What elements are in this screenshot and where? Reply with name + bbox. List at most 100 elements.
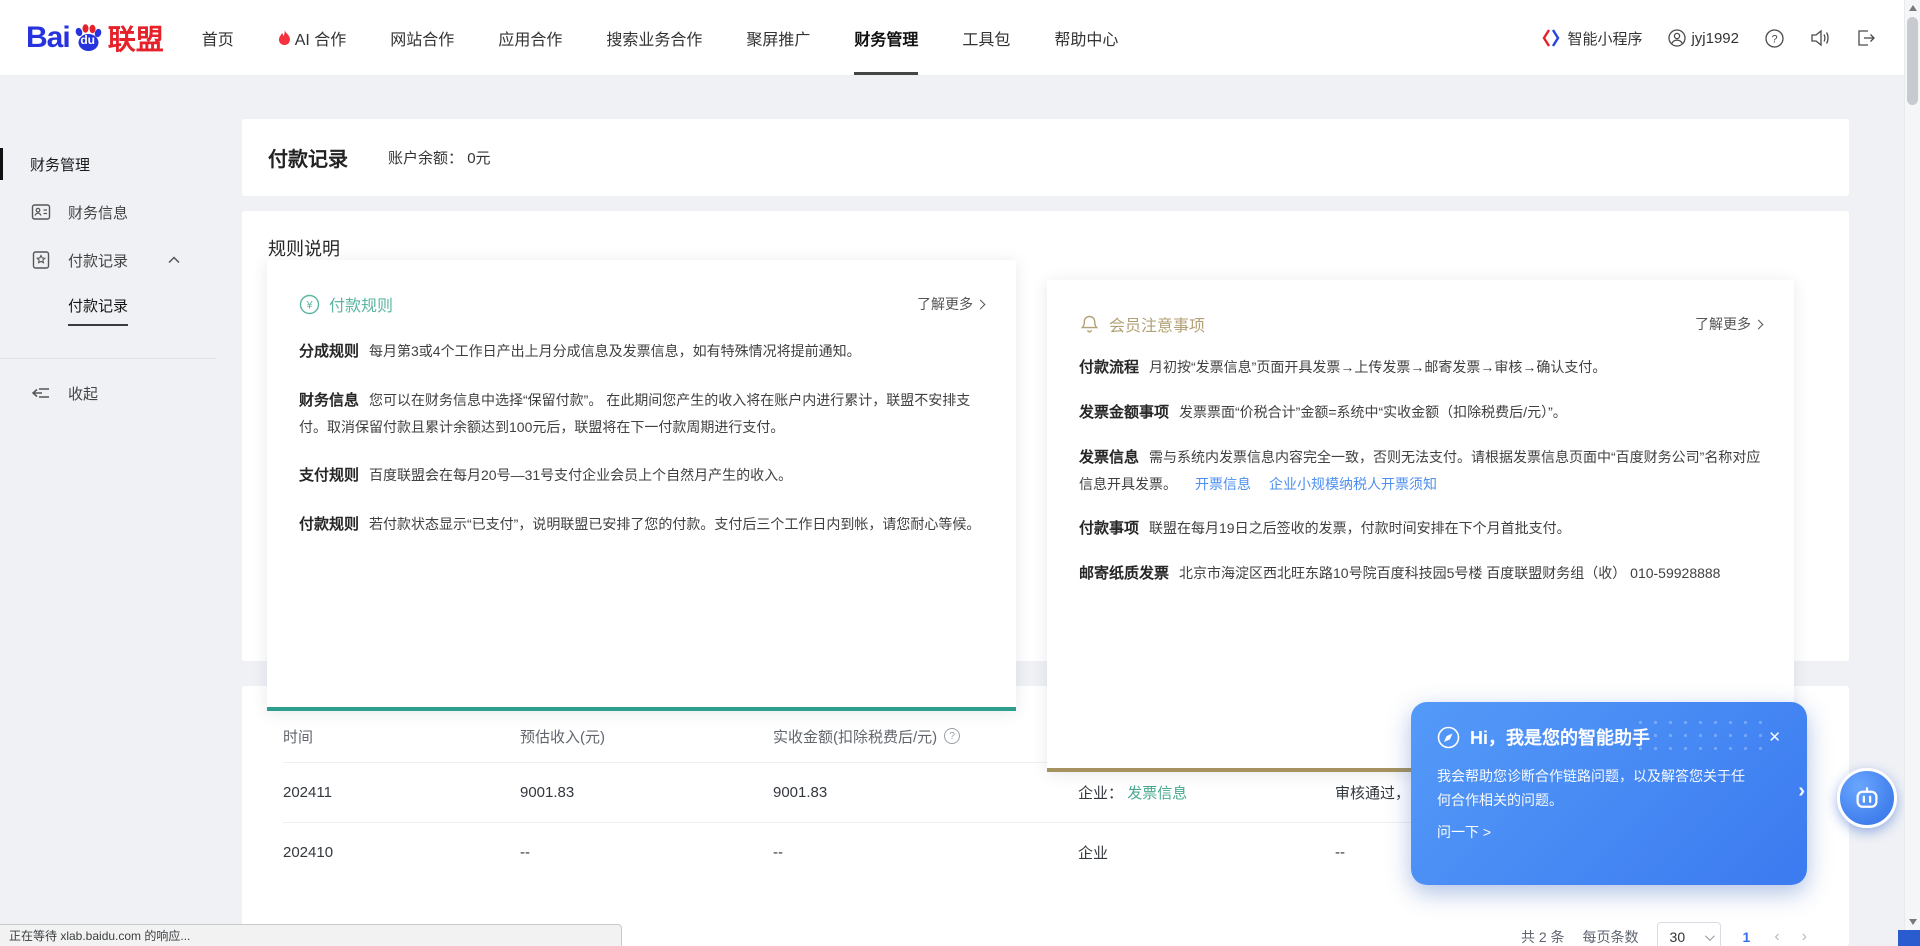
next-page-button[interactable]: › bbox=[1800, 928, 1809, 946]
smart-assistant-popup: Hi，我是您的智能助手 ✕ 我会帮助您诊断合作链路问题，以及解答您关于任何合作相… bbox=[1411, 702, 1807, 885]
robot-icon bbox=[1852, 783, 1882, 813]
svg-text:¥: ¥ bbox=[305, 299, 313, 311]
sidebar-item-finance-info[interactable]: 财务信息 bbox=[0, 188, 216, 236]
mini-program-icon bbox=[1541, 28, 1561, 48]
cell-time: 202411 bbox=[283, 784, 520, 801]
rule-item: 付款流程月初按“发票信息”页面开具发票→上传发票→邮寄发票→审核→确认支付。 bbox=[1079, 354, 1762, 381]
small-taxpayer-notice-link[interactable]: 企业小规模纳税人开票须知 bbox=[1269, 476, 1437, 492]
svg-text:?: ? bbox=[1771, 33, 1777, 45]
assistant-message: 我会帮助您诊断合作链路问题，以及解答您关于任何合作相关的问题。 bbox=[1437, 764, 1757, 812]
close-icon[interactable]: ✕ bbox=[1768, 728, 1781, 746]
expand-chevron-icon[interactable]: › bbox=[1798, 780, 1805, 803]
rule-item: 财务信息您可以在财务信息中选择“保留付款”。 在此期间您产生的收入将在账户内进行… bbox=[299, 387, 984, 440]
badge-icon bbox=[30, 249, 52, 271]
chevron-up-icon bbox=[168, 256, 180, 264]
payment-rules-card-title: ¥ 付款规则 bbox=[299, 292, 393, 316]
page-header-panel: 付款记录 账户余额： 0元 bbox=[242, 119, 1849, 196]
id-card-icon bbox=[30, 201, 52, 223]
nav-item-search-biz[interactable]: 搜索业务合作 bbox=[606, 26, 702, 50]
rule-item: 分成规则每月第3或4个工作日产出上月分成信息及发票信息，如有特殊情况将提前通知。 bbox=[299, 338, 984, 365]
member-notes-card: 会员注意事项 了解更多 付款流程月初按“发票信息”页面开具发票→上传发票→邮寄发… bbox=[1047, 280, 1794, 772]
sidebar-divider bbox=[0, 358, 216, 359]
scrollbar[interactable] bbox=[1904, 0, 1920, 946]
browser-status-bar: 正在等待 xlab.baidu.com 的响应... bbox=[0, 924, 622, 946]
flame-icon bbox=[278, 30, 291, 46]
total-count: 共 2 条 bbox=[1521, 927, 1565, 946]
corner-widget[interactable] bbox=[1898, 930, 1920, 946]
rule-item: 付款规则若付款状态显示“已支付”，说明联盟已安排了您的付款。支付后三个工作日内到… bbox=[299, 511, 984, 538]
rule-item: 邮寄纸质发票北京市海淀区西北旺东路10号院百度科技园5号楼 百度联盟财务组（收）… bbox=[1079, 560, 1762, 587]
account-balance: 账户余额： 0元 bbox=[388, 147, 491, 168]
nav-menu: 首页 AI 合作 网站合作 应用合作 搜索业务合作 聚屏推广 财务管理 工具包 … bbox=[202, 26, 1119, 50]
cell-estimated: -- bbox=[520, 844, 773, 861]
scrollbar-up-arrow-icon[interactable] bbox=[1909, 5, 1917, 11]
rules-panel: 规则说明 ¥ 付款规则 了解更多 分成规则每月第3或4个工作日产出上月分成信息及… bbox=[242, 211, 1849, 661]
mini-program-entry[interactable]: 智能小程序 bbox=[1541, 28, 1642, 49]
chevron-right-icon bbox=[1754, 319, 1764, 329]
page-number-button[interactable]: 1 bbox=[1739, 929, 1755, 945]
rule-item: 付款事项联盟在每月19日之后签收的发票，付款时间安排在下个月首批支付。 bbox=[1079, 515, 1762, 542]
col-header-time: 时间 bbox=[283, 726, 520, 747]
cell-actual: 9001.83 bbox=[773, 784, 1078, 801]
payment-rules-card: ¥ 付款规则 了解更多 分成规则每月第3或4个工作日产出上月分成信息及发票信息，… bbox=[267, 260, 1016, 711]
sidebar-subitem-payment-records[interactable]: 付款记录 bbox=[0, 288, 216, 332]
cell-finance-target: 企业 bbox=[1078, 842, 1335, 863]
balance-value: 0元 bbox=[467, 150, 490, 167]
logout-button[interactable] bbox=[1856, 29, 1876, 47]
status-text: 正在等待 xlab.baidu.com 的响应... bbox=[9, 927, 190, 944]
compass-icon bbox=[1437, 726, 1460, 749]
nav-item-toolkit[interactable]: 工具包 bbox=[962, 26, 1010, 50]
cell-time: 202410 bbox=[283, 844, 520, 861]
rules-section-title: 规则说明 bbox=[242, 211, 1849, 261]
nav-item-ai[interactable]: AI 合作 bbox=[278, 26, 347, 50]
announcement-button[interactable] bbox=[1810, 29, 1830, 47]
baidu-union-finance-page: Bai du 联盟 首页 AI 合作 网站合作 bbox=[0, 0, 1920, 946]
top-nav: Bai du 联盟 首页 AI 合作 网站合作 bbox=[0, 0, 1920, 76]
question-icon: ? bbox=[1765, 29, 1784, 48]
scrollbar-thumb[interactable] bbox=[1907, 17, 1918, 105]
cell-estimated: 9001.83 bbox=[520, 784, 773, 801]
nav-item-finance[interactable]: 财务管理 bbox=[854, 26, 918, 50]
rule-item: 发票信息需与系统内发票信息内容完全一致，否则无法支付。请根据发票信息页面中“百度… bbox=[1079, 444, 1762, 497]
nav-right-group: 智能小程序 jyj1992 ? bbox=[1541, 0, 1876, 76]
logo-text-union: 联盟 bbox=[108, 18, 164, 58]
sidebar-item-payment-records[interactable]: 付款记录 bbox=[0, 236, 216, 284]
nav-item-home[interactable]: 首页 bbox=[202, 26, 234, 50]
speaker-icon bbox=[1810, 29, 1830, 47]
nav-item-website[interactable]: 网站合作 bbox=[390, 26, 454, 50]
payment-rules-more-link[interactable]: 了解更多 bbox=[917, 294, 984, 314]
prev-page-button[interactable]: ‹ bbox=[1772, 928, 1781, 946]
baidu-union-logo[interactable]: Bai du 联盟 bbox=[26, 18, 164, 58]
nav-item-help-center[interactable]: 帮助中心 bbox=[1054, 26, 1118, 50]
username: jyj1992 bbox=[1691, 30, 1739, 47]
user-icon bbox=[1668, 29, 1686, 47]
member-notes-card-title: 会员注意事项 bbox=[1079, 312, 1205, 336]
logout-icon bbox=[1856, 29, 1876, 47]
col-header-actual: 实收金额(扣除税费后/元) ? bbox=[773, 726, 1078, 747]
invoice-info-link[interactable]: 开票信息 bbox=[1195, 476, 1251, 492]
sidebar: 财务管理 财务信息 付款记录 bbox=[0, 140, 216, 417]
nav-item-screen-ads[interactable]: 聚屏推广 bbox=[746, 26, 810, 50]
collapse-icon bbox=[30, 382, 52, 404]
ask-now-link[interactable]: 问一下 > bbox=[1437, 822, 1781, 842]
sidebar-collapse-button[interactable]: 收起 bbox=[0, 369, 216, 417]
assistant-title: Hi，我是您的智能助手 bbox=[1470, 724, 1650, 750]
per-page-select[interactable]: 30 bbox=[1657, 922, 1721, 946]
user-account[interactable]: jyj1992 bbox=[1668, 29, 1739, 47]
coin-yuan-icon: ¥ bbox=[299, 294, 320, 315]
invoice-info-table-link[interactable]: 发票信息 bbox=[1127, 785, 1187, 802]
sidebar-section-finance[interactable]: 财务管理 bbox=[0, 140, 216, 188]
scrollbar-down-arrow-icon[interactable] bbox=[1909, 919, 1917, 925]
assistant-floating-button[interactable] bbox=[1837, 768, 1897, 828]
member-notes-more-link[interactable]: 了解更多 bbox=[1695, 314, 1762, 334]
rule-item: 支付规则百度联盟会在每月20号—31号支付企业会员上个自然月产生的收入。 bbox=[299, 462, 984, 489]
per-page-label: 每页条数 bbox=[1583, 927, 1639, 946]
column-help-icon[interactable]: ? bbox=[944, 728, 960, 744]
logo-text-du: du bbox=[80, 33, 95, 47]
cell-actual: -- bbox=[773, 844, 1078, 861]
help-button[interactable]: ? bbox=[1765, 29, 1784, 48]
baidu-paw-icon: du bbox=[71, 21, 105, 55]
chevron-right-icon bbox=[976, 299, 986, 309]
nav-item-app[interactable]: 应用合作 bbox=[498, 26, 562, 50]
rule-item: 发票金额事项发票票面“价税合计”金额=系统中“实收金额（扣除税费后/元）”。 bbox=[1079, 399, 1762, 426]
